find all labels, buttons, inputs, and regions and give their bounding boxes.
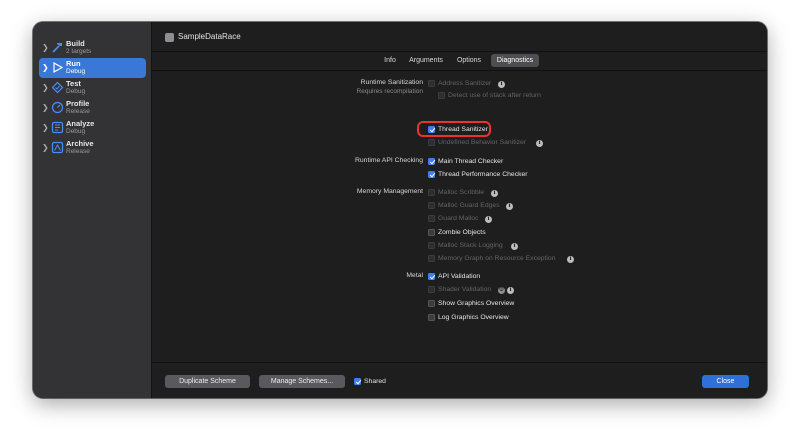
scheme-action-sidebar: ❯ Build 2 targets ❯ Run Debug ❯ Test Deb… (33, 22, 152, 398)
diamond-icon (51, 81, 64, 94)
scheme-title-bar: SampleDataRace (152, 22, 767, 52)
undefined-behavior-checkbox[interactable] (428, 139, 435, 146)
api-validation-checkbox[interactable] (428, 273, 435, 280)
tab-info[interactable]: Info (380, 54, 400, 67)
chevron-right-icon[interactable]: ❯ (42, 43, 49, 52)
zombie-objects-label: Zombie Objects (438, 229, 486, 236)
detect-stack-checkbox[interactable] (438, 92, 445, 99)
manage-schemes-button[interactable]: Manage Schemes... (259, 375, 345, 388)
show-graphics-overview-checkbox[interactable] (428, 300, 435, 307)
log-graphics-overview-checkbox[interactable] (428, 314, 435, 321)
sidebar-item-sublabel: 2 targets (66, 48, 92, 55)
info-icon[interactable]: i (536, 139, 543, 147)
scheme-app-icon (165, 33, 174, 42)
duplicate-scheme-button[interactable]: Duplicate Scheme (165, 375, 250, 388)
memory-management-label: Memory Management (356, 188, 423, 195)
scheme-footer: Duplicate Scheme Manage Schemes... Share… (152, 362, 767, 398)
chevron-right-icon[interactable]: ❯ (42, 143, 49, 152)
chevron-right-icon[interactable]: ❯ (42, 63, 49, 72)
play-icon (53, 61, 64, 74)
sidebar-item-sublabel: Release (66, 108, 90, 115)
memory-graph-checkbox[interactable] (428, 255, 435, 262)
shader-validation-checkbox[interactable] (428, 286, 435, 293)
thread-performance-checker-label: Thread Performance Checker (438, 171, 528, 178)
malloc-guard-edges-checkbox[interactable] (428, 202, 435, 209)
runtime-sanitization-label: Runtime Sanitization (360, 79, 423, 86)
undefined-behavior-label: Undefined Behavior Sanitizer (438, 139, 527, 146)
tabs-divider (152, 70, 767, 71)
sidebar-item-label: Run (66, 59, 81, 68)
sidebar-item-sublabel: Debug (66, 88, 86, 95)
sidebar-item-label: Test (66, 79, 81, 88)
scheme-detail-pane: SampleDataRace Info Arguments Options Di… (152, 22, 767, 398)
sidebar-item-label: Build (66, 39, 85, 48)
thread-sanitizer-highlight (417, 121, 491, 137)
sidebar-item-analyze[interactable]: ❯ Analyze Debug (39, 118, 146, 138)
address-sanitizer-checkbox[interactable] (428, 80, 435, 87)
log-graphics-overview-label: Log Graphics Overview (438, 314, 509, 321)
main-thread-checker-label: Main Thread Checker (438, 158, 504, 165)
shared-label: Shared (364, 378, 386, 385)
runtime-api-checking-label: Runtime API Checking (354, 157, 423, 164)
info-icon[interactable]: i (507, 286, 514, 294)
chevron-right-icon[interactable]: ❯ (42, 103, 49, 112)
malloc-scribble-checkbox[interactable] (428, 189, 435, 196)
scheme-tabs: Info Arguments Options Diagnostics (152, 53, 767, 69)
sidebar-item-run[interactable]: ❯ Run Debug (39, 58, 146, 78)
sidebar-item-build[interactable]: ❯ Build 2 targets (39, 38, 146, 58)
chevron-right-icon[interactable]: ❯ (42, 83, 49, 92)
sidebar-item-test[interactable]: ❯ Test Debug (39, 78, 146, 98)
tab-arguments[interactable]: Arguments (406, 54, 446, 67)
malloc-stack-logging-checkbox[interactable] (428, 242, 435, 249)
info-icon[interactable]: i (485, 215, 492, 223)
sidebar-item-label: Archive (66, 139, 94, 148)
memory-graph-label: Memory Graph on Resource Exception (438, 255, 556, 262)
metal-label: Metal (406, 272, 423, 279)
api-validation-label: API Validation (438, 273, 481, 280)
tab-options[interactable]: Options (453, 54, 485, 67)
shader-validation-label: Shader Validation (438, 286, 492, 293)
gauge-icon (51, 101, 64, 114)
archive-icon (51, 141, 64, 154)
malloc-guard-edges-label: Malloc Guard Edges (438, 202, 500, 209)
scheme-editor-window: ❯ Build 2 targets ❯ Run Debug ❯ Test Deb… (33, 22, 767, 398)
sidebar-item-sublabel: Debug (66, 128, 86, 135)
detect-stack-label: Detect use of stack after return (448, 92, 541, 99)
zombie-objects-checkbox[interactable] (428, 229, 435, 236)
malloc-stack-logging-label: Malloc Stack Logging (438, 242, 503, 249)
gear-icon[interactable]: ⚙ (498, 286, 505, 294)
sidebar-item-label: Profile (66, 99, 90, 108)
show-graphics-overview-label: Show Graphics Overview (438, 300, 515, 307)
info-icon[interactable]: i (498, 80, 505, 88)
info-icon[interactable]: i (506, 202, 513, 210)
sidebar-item-sublabel: Release (66, 148, 90, 155)
info-icon[interactable]: i (491, 189, 498, 197)
chevron-right-icon[interactable]: ❯ (42, 123, 49, 132)
hammer-icon (52, 43, 62, 53)
malloc-scribble-label: Malloc Scribble (438, 189, 485, 196)
tab-diagnostics[interactable]: Diagnostics (491, 54, 539, 67)
analyze-icon (51, 121, 64, 134)
sidebar-item-archive[interactable]: ❯ Archive Release (39, 138, 146, 158)
sidebar-item-profile[interactable]: ❯ Profile Release (39, 98, 146, 118)
main-thread-checker-checkbox[interactable] (428, 158, 435, 165)
sidebar-item-sublabel: Debug (66, 68, 86, 75)
thread-performance-checker-checkbox[interactable] (428, 171, 435, 178)
info-icon[interactable]: i (567, 255, 574, 263)
guard-malloc-checkbox[interactable] (428, 215, 435, 222)
guard-malloc-label: Guard Malloc (438, 215, 479, 222)
info-icon[interactable]: i (511, 242, 518, 250)
shared-checkbox[interactable] (354, 378, 361, 385)
sidebar-item-label: Analyze (66, 119, 95, 128)
close-button[interactable]: Close (702, 375, 749, 388)
scheme-title: SampleDataRace (178, 32, 241, 41)
requires-recompilation-label: Requires recompilation (356, 88, 423, 95)
address-sanitizer-label: Address Sanitizer (438, 80, 492, 87)
